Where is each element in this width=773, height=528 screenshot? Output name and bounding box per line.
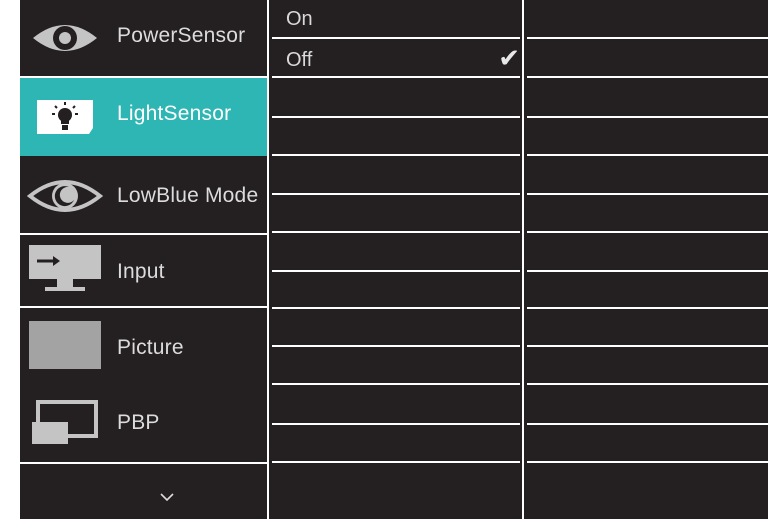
submenu-option-off[interactable]: Off ✔	[272, 40, 520, 78]
menu-separator	[20, 462, 268, 464]
checkmark-icon: ✔	[498, 43, 520, 73]
row-divider	[272, 345, 520, 347]
row-divider	[527, 383, 768, 385]
row-divider	[527, 345, 768, 347]
row-divider	[527, 231, 768, 233]
input-monitor-icon	[27, 245, 103, 297]
eye-icon	[27, 12, 103, 64]
row-divider	[527, 461, 768, 463]
menu-item-powersensor[interactable]: PowerSensor	[20, 0, 268, 76]
menu-item-label: Picture	[117, 336, 184, 359]
menu-item-label: LowBlue Mode	[117, 184, 259, 207]
submenu-option-label: On	[286, 8, 313, 30]
osd-panel: PowerSensor LightSensor LowBlue Mode Inp…	[20, 0, 768, 519]
row-divider	[527, 37, 768, 39]
submenu-option-label: Off	[286, 49, 313, 71]
row-divider	[527, 270, 768, 272]
menu-item-label: LightSensor	[117, 102, 232, 125]
chevron-down-icon[interactable]	[158, 488, 176, 506]
column-divider	[522, 0, 524, 519]
row-divider	[272, 37, 520, 39]
main-menu: PowerSensor LightSensor LowBlue Mode Inp…	[20, 0, 268, 519]
pbp-icon	[27, 397, 103, 449]
lowblue-eye-icon	[27, 170, 103, 222]
row-divider	[272, 231, 520, 233]
submenu-option-on[interactable]: On	[272, 0, 520, 38]
menu-item-label: PowerSensor	[117, 24, 246, 47]
row-divider	[527, 193, 768, 195]
row-divider	[527, 116, 768, 118]
picture-icon	[27, 320, 103, 372]
menu-item-label: Input	[117, 260, 165, 283]
menu-item-input[interactable]: Input	[20, 235, 268, 307]
row-divider	[527, 307, 768, 309]
row-divider	[272, 461, 520, 463]
menu-item-pbp[interactable]: PBP	[20, 384, 268, 462]
row-divider	[272, 383, 520, 385]
row-divider	[272, 270, 520, 272]
column-divider	[267, 0, 269, 519]
menu-item-lowblue-mode[interactable]: LowBlue Mode	[20, 158, 268, 234]
light-bulb-icon	[27, 91, 103, 143]
menu-item-picture[interactable]: Picture	[20, 308, 268, 384]
row-divider	[527, 154, 768, 156]
row-divider	[272, 423, 520, 425]
menu-item-label: PBP	[117, 411, 160, 434]
row-divider	[272, 76, 520, 78]
row-divider	[272, 154, 520, 156]
row-divider	[527, 423, 768, 425]
row-divider	[272, 193, 520, 195]
row-divider	[272, 116, 520, 118]
row-divider	[272, 307, 520, 309]
row-divider	[527, 76, 768, 78]
menu-item-lightsensor[interactable]: LightSensor	[20, 78, 268, 156]
